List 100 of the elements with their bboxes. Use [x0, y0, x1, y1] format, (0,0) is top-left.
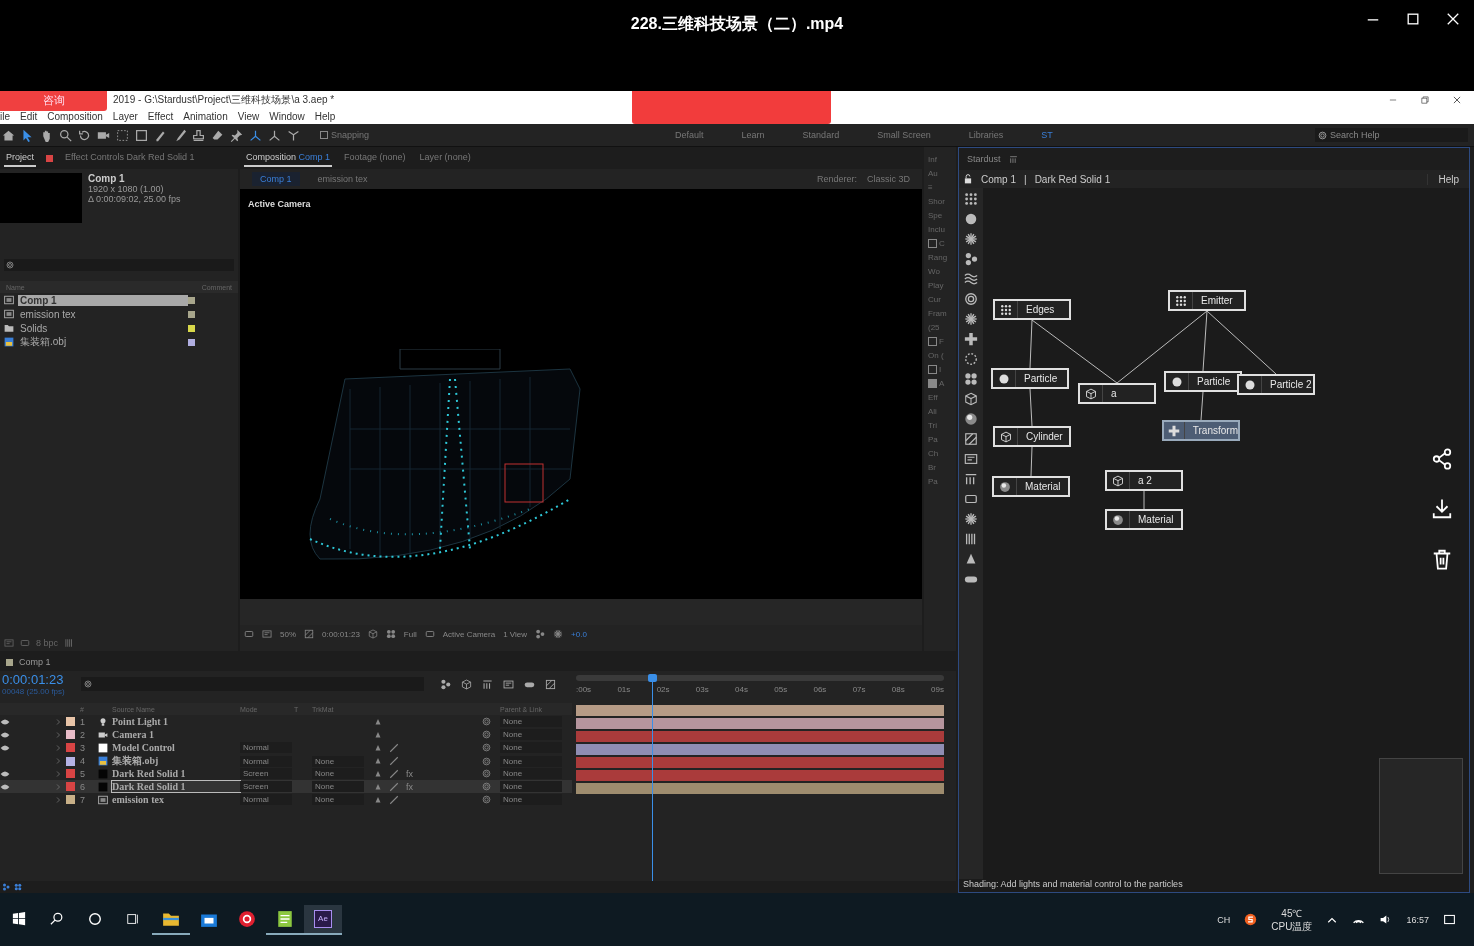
effects-switch[interactable]: fx	[406, 768, 413, 779]
fan-icon[interactable]	[964, 252, 978, 266]
eye-icon[interactable]	[0, 769, 10, 778]
eye-icon[interactable]	[0, 730, 10, 739]
rectangle-icon[interactable]	[135, 128, 148, 142]
layer-row[interactable]: 2 Camera 1 None	[0, 728, 572, 741]
track-matte-dropdown[interactable]: None	[312, 781, 364, 792]
sphere-icon[interactable]	[964, 412, 978, 426]
axis-icon[interactable]	[249, 128, 262, 142]
parent-dropdown[interactable]: None	[500, 742, 562, 753]
windows-start-icon[interactable]	[12, 911, 26, 926]
graph-node[interactable]: Material	[992, 476, 1070, 497]
project-item[interactable]: 集装箱.obj	[0, 335, 238, 349]
circle-icon[interactable]	[964, 212, 978, 226]
hatched-square-icon[interactable]	[964, 432, 978, 446]
layer-row[interactable]: 7 emission tex Normal None None	[0, 793, 572, 806]
burst-icon[interactable]	[964, 512, 978, 526]
parent-dropdown[interactable]: None	[500, 768, 562, 779]
timecode[interactable]: 0:00:01:23	[2, 672, 65, 687]
panel-icon[interactable]	[964, 452, 978, 466]
plus-icon[interactable]	[964, 332, 978, 346]
search-field[interactable]	[80, 677, 424, 691]
menu-item[interactable]: Layer	[112, 110, 138, 122]
cube-icon[interactable]	[964, 392, 978, 406]
graph-node[interactable]: Emitter	[1168, 290, 1246, 311]
eye-icon[interactable]	[0, 717, 10, 726]
timeline-tool-icon[interactable]	[460, 678, 472, 690]
zoom-dropdown[interactable]: 50%	[280, 629, 296, 639]
parent-dropdown[interactable]: None	[500, 781, 562, 792]
eraser-icon[interactable]	[211, 128, 224, 142]
ring-icon[interactable]	[964, 292, 978, 306]
timeline-tool-icon[interactable]	[481, 678, 493, 690]
clock[interactable]: 16:57	[1406, 914, 1429, 925]
parent-dropdown[interactable]: None	[500, 755, 562, 767]
stamp-icon[interactable]	[192, 128, 205, 142]
graph-node[interactable]: a	[1078, 383, 1156, 404]
consult-badge[interactable]: 咨询	[0, 91, 107, 111]
menu-item[interactable]: Effect	[147, 110, 174, 122]
task-view-icon[interactable]	[126, 911, 140, 926]
box-axis-icon[interactable]	[287, 128, 300, 142]
burst-icon[interactable]	[964, 312, 978, 326]
track-matte-dropdown[interactable]: None	[312, 755, 364, 767]
dotted-square-icon[interactable]	[116, 128, 129, 142]
renderer-value[interactable]: Classic 3D	[867, 174, 910, 184]
graph-node[interactable]: Particle	[991, 368, 1069, 389]
layer-row[interactable]: 6 Dark Red Solid 1 Screen None fx None	[0, 780, 572, 793]
rounded-rectangle-icon[interactable]	[964, 492, 978, 506]
close-icon[interactable]	[1452, 94, 1462, 105]
parent-dropdown[interactable]: None	[500, 794, 562, 805]
graph-node[interactable]: a 2	[1105, 470, 1183, 491]
workspace-tab[interactable]: Default	[675, 130, 704, 140]
pin-icon[interactable]	[230, 128, 243, 142]
project-item[interactable]: emission tex	[0, 307, 238, 321]
menu-item[interactable]: Animation	[183, 110, 228, 122]
maximize-icon[interactable]	[1406, 12, 1420, 26]
burst-icon[interactable]	[964, 232, 978, 246]
search-field[interactable]	[4, 259, 234, 271]
restore-icon[interactable]	[1420, 94, 1430, 105]
quality-slash-icon[interactable]	[388, 741, 400, 754]
panel-tab[interactable]: Stardust	[967, 154, 1001, 164]
menu-item[interactable]: Window	[269, 110, 305, 122]
graph-node[interactable]: Cylinder	[993, 426, 1071, 447]
panel-tab[interactable]: Project	[4, 149, 36, 167]
taskbar-app[interactable]: Ae	[304, 904, 342, 935]
hand-icon[interactable]	[40, 128, 53, 142]
panel-tab[interactable]: Footage (none)	[342, 149, 408, 167]
arrow-pointer-icon[interactable]	[21, 128, 34, 142]
share-icon[interactable]	[1431, 448, 1453, 470]
graph-node[interactable]: Particle 2	[1237, 374, 1315, 395]
graph-node[interactable]: Material	[1105, 509, 1183, 530]
menu-item[interactable]: Help	[314, 110, 336, 122]
parent-dropdown[interactable]: None	[500, 716, 562, 727]
menu-item[interactable]: Composition	[47, 110, 103, 122]
input-method[interactable]: CH	[1217, 914, 1231, 925]
timeline-tab[interactable]: Comp 1	[19, 657, 51, 667]
checkbox[interactable]	[928, 337, 937, 346]
effects-switch[interactable]: fx	[406, 781, 413, 792]
panel-tab[interactable]: Composition Comp 1	[244, 149, 333, 167]
axis-icon[interactable]	[268, 128, 281, 142]
breadcrumb[interactable]: emission tex	[309, 172, 376, 186]
project-item[interactable]: Solids	[0, 321, 238, 335]
eye-icon[interactable]	[0, 743, 10, 752]
sogou-icon[interactable]	[1244, 913, 1258, 926]
mode-dropdown[interactable]: Normal	[240, 794, 292, 805]
menu-item[interactable]: Edit	[20, 110, 38, 122]
quality-slash-icon[interactable]	[388, 793, 400, 806]
home-icon[interactable]	[2, 128, 15, 142]
workspace-tab[interactable]: Small Screen	[877, 130, 931, 140]
timeline-tool-icon[interactable]	[439, 678, 451, 690]
menu-item[interactable]: ile	[0, 110, 10, 122]
quality-slash-icon[interactable]	[388, 767, 400, 780]
checkbox[interactable]	[928, 379, 937, 388]
dashed-circle-icon[interactable]	[964, 352, 978, 366]
bars-icon[interactable]	[964, 472, 978, 486]
workspace-tab[interactable]: Learn	[741, 130, 765, 140]
download-icon[interactable]	[1431, 498, 1453, 520]
track-matte-dropdown[interactable]: None	[312, 768, 364, 779]
graph-node[interactable]: Edges	[993, 299, 1071, 320]
layer-row[interactable]: 1 Point Light 1 None	[0, 715, 572, 728]
parent-dropdown[interactable]: None	[500, 729, 562, 740]
